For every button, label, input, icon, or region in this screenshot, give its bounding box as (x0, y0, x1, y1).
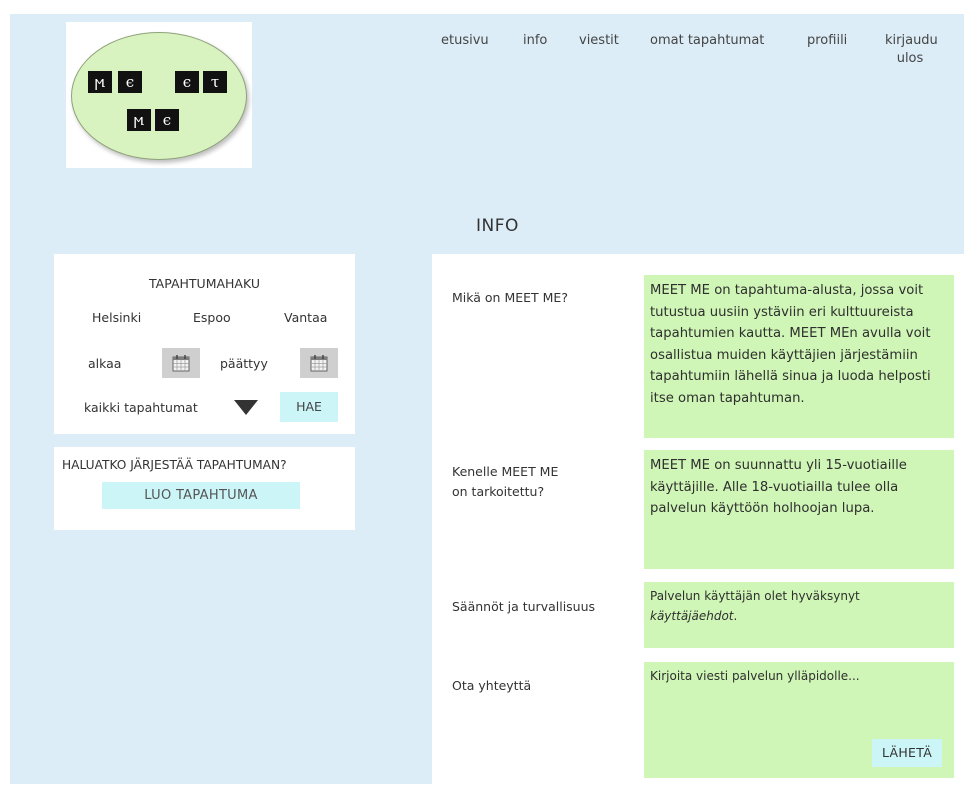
answer-target-text: MEET ME on suunnattu yli 15-vuotiaille k… (650, 458, 907, 517)
nav-info[interactable]: info (523, 32, 547, 50)
create-event-panel: HALUATKO JÄRJESTÄÄ TAPAHTUMAN? LUO TAPAH… (54, 447, 355, 530)
contact-message-field[interactable]: Kirjoita viesti palvelun ylläpidolle... … (644, 662, 954, 778)
question-target-audience: Kenelle MEET ME on tarkoitettu? (452, 462, 558, 502)
nav-viestit[interactable]: viestit (579, 32, 619, 50)
nav-etusivu[interactable]: etusivu (441, 32, 489, 50)
contact-message-placeholder: Kirjoita viesti palvelun ylläpidolle... (650, 669, 860, 683)
answer-rules-text: Palvelun käyttäjän olet hyväksynyt käytt… (644, 582, 954, 626)
logo-letter: ϻ (127, 109, 151, 131)
city-espoo[interactable]: Espoo (193, 310, 231, 325)
question-contact: Ota yhteyttä (452, 678, 532, 693)
calendar-icon[interactable] (162, 348, 200, 378)
city-helsinki[interactable]: Helsinki (92, 310, 141, 325)
logo-letter: ϵ (175, 71, 199, 93)
city-vantaa[interactable]: Vantaa (284, 310, 327, 325)
create-event-question: HALUATKO JÄRJESTÄÄ TAPAHTUMAN? (62, 458, 287, 472)
nav-logout-line1: kirjaudu (885, 33, 938, 48)
answer-what-is: MEET ME on tapahtuma-alusta, jossa voit … (644, 275, 954, 438)
answer-target-audience: MEET ME on suunnattu yli 15-vuotiaille k… (644, 450, 954, 569)
question-target-line1: Kenelle MEET ME (452, 464, 559, 479)
terms-link[interactable]: käyttäjäehdot (650, 609, 734, 623)
logo[interactable]: ϻ ϵ ϵ τ ϻ ϵ (66, 22, 252, 168)
end-date-label: päättyy (220, 356, 268, 371)
question-target-line2: on tarkoitettu? (452, 484, 545, 499)
start-date-label: alkaa (88, 356, 122, 371)
calendar-icon[interactable] (300, 348, 338, 378)
answer-what-is-text: MEET ME on tapahtuma-alusta, jossa voit … (650, 283, 931, 406)
answer-rules: Palvelun käyttäjän olet hyväksynyt käytt… (644, 582, 954, 648)
create-event-button[interactable]: LUO TAPAHTUMA (102, 482, 300, 509)
nav-profiili[interactable]: profiili (807, 32, 847, 50)
search-button[interactable]: HAE (280, 392, 338, 422)
info-panel: Mikä on MEET ME? MEET ME on tapahtuma-al… (432, 254, 964, 787)
category-select-value[interactable]: kaikki tapahtumat (84, 400, 198, 415)
nav-logout-line2: ulos (896, 51, 924, 66)
logo-letter: ϵ (155, 109, 179, 131)
question-what-is: Mikä on MEET ME? (452, 290, 568, 305)
answer-rules-prefix: Palvelun käyttäjän olet hyväksynyt (650, 589, 860, 603)
question-rules: Säännöt ja turvallisuus (452, 599, 596, 614)
logo-letter: ϵ (118, 71, 142, 93)
search-title: TAPAHTUMAHAKU (149, 276, 260, 291)
logo-letter: τ (203, 71, 227, 93)
answer-rules-suffix: . (733, 608, 738, 623)
event-search-panel: TAPAHTUMAHAKU Helsinki Espoo Vantaa alka… (54, 254, 355, 434)
logo-oval: ϻ ϵ ϵ τ ϻ ϵ (71, 32, 247, 160)
send-button[interactable]: LÄHETÄ (872, 739, 942, 767)
page-title: INFO (476, 216, 519, 236)
nav-omat-tapahtumat[interactable]: omat tapahtumat (650, 32, 764, 50)
dropdown-arrow-icon[interactable] (234, 400, 258, 415)
logo-letter: ϻ (88, 71, 112, 93)
nav-logout[interactable]: kirjaudu ulos (885, 32, 938, 68)
